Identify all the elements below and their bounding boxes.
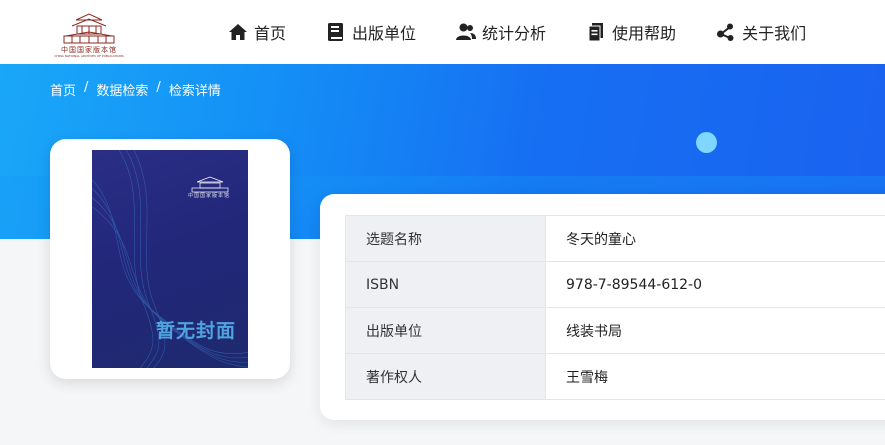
table-row: ISBN 978-7-89544-612-0 — [345, 261, 885, 308]
copyright-owner-label: 著作权人 — [345, 353, 546, 400]
book-cover-placeholder: 中国国家版本馆 暂无封面 — [92, 150, 248, 368]
share-icon — [717, 23, 734, 41]
breadcrumb-detail: 检索详情 — [168, 84, 221, 99]
document-icon — [588, 23, 604, 42]
cover-card: 中国国家版本馆 暂无封面 — [50, 139, 290, 379]
table-row: 出版单位 线装书局 — [345, 307, 885, 354]
table-row: 著作权人 王雪梅 — [345, 353, 885, 400]
isbn-value: 978-7-89544-612-0 — [545, 261, 885, 308]
title-label: 选题名称 — [345, 215, 546, 262]
home-icon — [229, 24, 247, 40]
nav-statistics-label: 统计分析 — [482, 24, 547, 43]
book-icon — [328, 23, 344, 41]
breadcrumb-separator: / — [84, 80, 89, 95]
nav-home-label: 首页 — [254, 24, 287, 43]
top-navbar: 中国国家版本馆 CHINA NATIONAL ARCHIVES OF PUBLI… — [0, 0, 885, 64]
title-value: 冬天的童心 — [545, 215, 885, 262]
table-row: 选题名称 冬天的童心 — [345, 215, 885, 262]
nav-about-label: 关于我们 — [742, 24, 807, 43]
publisher-value: 线装书局 — [545, 307, 885, 354]
isbn-label: ISBN — [345, 261, 546, 308]
nav-help-label: 使用帮助 — [612, 24, 677, 43]
nav-publishers[interactable]: 出版单位 — [326, 20, 416, 44]
nav-publishers-label: 出版单位 — [352, 24, 417, 43]
breadcrumb-separator: / — [156, 80, 161, 95]
nav-about[interactable]: 关于我们 — [716, 20, 806, 44]
breadcrumb: 首页 / 数据检索 / 检索详情 — [50, 80, 221, 99]
detail-card: 选题名称 冬天的童心 ISBN 978-7-89544-612-0 出版单位 线… — [320, 194, 885, 420]
no-cover-text: 暂无封面 — [155, 320, 236, 342]
breadcrumb-search[interactable]: 数据检索 — [96, 80, 148, 99]
nav-help[interactable]: 使用帮助 — [586, 20, 676, 44]
main-nav: 首页 出版单位 统计分析 使用帮助 关于我们 — [228, 20, 806, 44]
logo-subtitle: CHINA NATIONAL ARCHIVES OF PUBLICATIONS — [54, 54, 124, 58]
building-logo-icon — [63, 13, 115, 44]
breadcrumb-home[interactable]: 首页 — [50, 80, 76, 99]
decorative-dot — [696, 132, 717, 153]
copyright-owner-value: 王雪梅 — [545, 353, 885, 400]
nav-statistics[interactable]: 统计分析 — [456, 20, 546, 44]
users-icon — [456, 23, 477, 40]
detail-table: 选题名称 冬天的童心 ISBN 978-7-89544-612-0 出版单位 线… — [345, 215, 885, 400]
site-logo[interactable]: 中国国家版本馆 CHINA NATIONAL ARCHIVES OF PUBLI… — [46, 10, 132, 58]
cover-logo-text: 中国国家版本馆 — [188, 193, 231, 199]
nav-home[interactable]: 首页 — [228, 20, 286, 44]
publisher-label: 出版单位 — [345, 307, 546, 354]
